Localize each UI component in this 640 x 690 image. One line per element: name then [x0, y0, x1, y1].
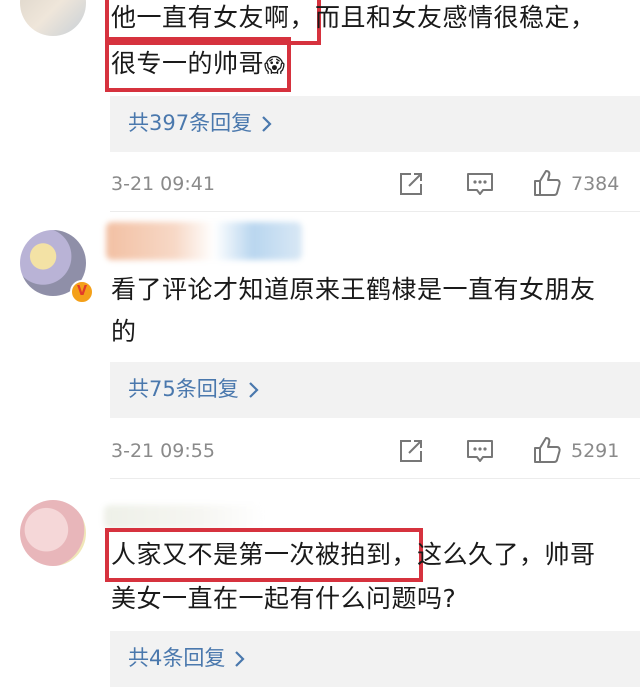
- username[interactable]: [104, 505, 264, 529]
- comment-icon[interactable]: [465, 436, 495, 466]
- reply-count-link[interactable]: 共75条回复: [128, 379, 239, 400]
- comment-time: 3-21 09:55: [111, 440, 215, 462]
- like-count: 7384: [571, 173, 620, 195]
- verified-badge: V: [70, 280, 94, 304]
- comment-text: 看了评论才知道原来王鹤棣是一直有女朋友 的: [111, 275, 596, 346]
- reply-box[interactable]: 共4条回复: [110, 631, 640, 687]
- avatar[interactable]: [20, 0, 86, 36]
- reply-box[interactable]: 共75条回复: [110, 362, 640, 418]
- reply-box[interactable]: 共397条回复: [110, 96, 640, 152]
- comment-icon[interactable]: [465, 169, 495, 199]
- chevron-right-icon: [248, 381, 259, 398]
- chevron-right-icon: [235, 650, 245, 667]
- divider: [110, 478, 640, 479]
- chevron-right-icon: [262, 115, 272, 132]
- highlight-box: 人家又不是第一次被拍到，: [104, 528, 424, 582]
- username[interactable]: [106, 222, 302, 260]
- like-icon[interactable]: [532, 168, 562, 198]
- emoji-icon: 😱: [264, 53, 286, 77]
- highlight-box: 他一直有女友啊，: [104, 0, 322, 45]
- share-icon[interactable]: [396, 436, 426, 466]
- share-icon[interactable]: [396, 169, 426, 199]
- comment-text: 人家又不是第一次被拍到，这么久了，帅哥 美女一直在一起有什么问题吗?: [104, 528, 631, 620]
- like-icon[interactable]: [532, 435, 562, 465]
- reply-count-link[interactable]: 共4条回复: [128, 648, 225, 669]
- reply-count-link[interactable]: 共397条回复: [128, 113, 252, 134]
- like-count: 5291: [571, 440, 620, 462]
- highlight-box: 很专一的帅哥😱: [104, 37, 292, 92]
- divider: [110, 211, 640, 212]
- comment-text: 他一直有女友啊，而且和女友感情很稳定， 很专一的帅哥😱: [104, 0, 631, 92]
- avatar[interactable]: [20, 500, 86, 566]
- comment-time: 3-21 09:41: [111, 173, 215, 195]
